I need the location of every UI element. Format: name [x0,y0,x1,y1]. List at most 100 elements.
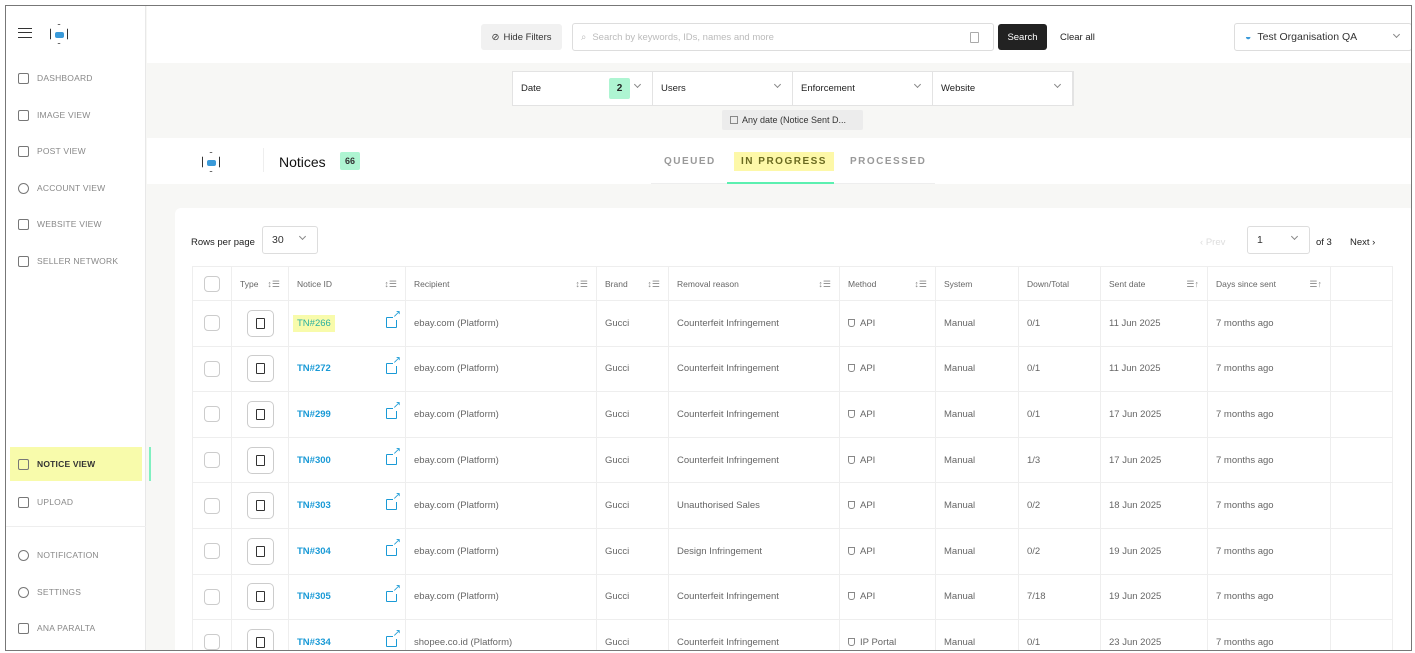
column-header[interactable]: Down/Total [1018,266,1101,301]
sidebar-item-upload[interactable]: UPLOAD [10,485,142,519]
row-checkbox[interactable] [204,406,220,423]
filter-website[interactable]: Website [933,72,1073,105]
organisation-select[interactable]: ◒ Test Organisation QA [1234,23,1411,51]
column-header[interactable]: Removal reason ↕☰ [668,266,840,301]
sort-icon[interactable]: ↕☰ [914,279,927,290]
notice-document-icon[interactable] [246,400,274,428]
sort-icon[interactable]: ☰↑ [1186,279,1199,290]
notice-id-cell: TN#303 [288,482,406,529]
notice-id-link[interactable]: TN#272 [293,360,335,377]
column-header[interactable]: Notice ID ↕☰ [288,266,406,301]
sidebar-item-seller-network[interactable]: SELLER NETWORK [10,244,142,278]
image-icon [18,109,29,121]
notice-document-icon[interactable] [246,355,274,383]
search-input[interactable]: ⌕ Search by keywords, IDs, names and more [572,23,994,51]
sidebar-item-website-view[interactable]: WEBSITE VIEW [10,207,142,241]
active-filter-chip[interactable]: Any date (Notice Sent D... [722,110,863,130]
sort-icon[interactable]: ↕☰ [384,279,397,290]
table-row[interactable]: TN#272 ebay.com (Platform) Gucci Counter… [192,345,1393,393]
next-page-button[interactable]: Next › [1350,237,1375,248]
tab-queued[interactable]: QUEUED [657,152,723,171]
sort-icon[interactable]: ↕☰ [647,279,660,290]
external-link-icon[interactable] [386,583,401,602]
notice-id-link[interactable]: TN#300 [293,452,335,469]
rows-per-page-select[interactable]: 30 [262,226,318,254]
external-link-icon[interactable] [386,310,401,328]
row-checkbox[interactable] [204,360,220,377]
sidebar-item-ana-paralta[interactable]: ANA PARALTA [10,611,142,645]
notice-id-link[interactable]: TN#334 [293,634,335,650]
notice-document-icon[interactable] [246,583,274,611]
column-header[interactable]: Sent date ☰↑ [1100,266,1208,301]
sort-icon[interactable]: ↕☰ [575,279,588,290]
external-link-icon[interactable] [386,401,401,420]
column-header[interactable]: System [935,266,1019,301]
row-checkbox[interactable] [204,497,220,514]
notice-id-link[interactable]: TN#303 [293,497,335,514]
notice-document-icon[interactable] [246,492,274,520]
external-link-icon[interactable] [386,355,401,374]
notice-id-link[interactable]: TN#305 [293,588,335,605]
select-all-checkbox[interactable] [204,275,220,292]
search-button[interactable]: Search [998,24,1047,50]
image-search-icon[interactable] [970,32,979,43]
external-link-icon[interactable] [386,537,401,556]
filter-enforcement[interactable]: Enforcement [793,72,933,105]
sort-icon[interactable]: ☰↑ [1309,279,1322,290]
table-row[interactable]: TN#266 ebay.com (Platform) Gucci Counter… [192,300,1393,347]
table-row[interactable]: TN#305 ebay.com (Platform) Gucci Counter… [192,573,1393,621]
hide-filters-button[interactable]: ⊘ Hide Filters [481,24,562,50]
column-header[interactable]: Days since sent ☰↑ [1207,266,1331,301]
row-checkbox[interactable] [204,543,220,560]
notice-document-icon[interactable] [246,446,274,474]
notice-id-link[interactable]: TN#299 [293,406,335,423]
sidebar-item-settings[interactable]: SETTINGS [10,575,142,609]
prev-page-button[interactable]: ‹ Prev [1200,237,1225,248]
clear-all-link[interactable]: Clear all [1060,32,1095,43]
down-total-cell: 0/1 [1018,619,1101,650]
row-checkbox[interactable] [204,588,220,605]
notice-document-icon[interactable] [246,537,274,565]
column-header[interactable]: Type ↕☰ [231,266,289,301]
notice-id-link[interactable]: TN#266 [293,314,335,332]
tab-processed[interactable]: PROCESSED [843,152,933,171]
table-row[interactable]: TN#334 shopee.co.id (Platform) Gucci Cou… [192,619,1393,650]
sidebar-item-notice-view[interactable]: NOTICE VIEW [10,447,151,481]
menu-icon[interactable] [18,28,32,38]
external-link-icon[interactable] [386,492,401,511]
column-header[interactable]: Recipient ↕☰ [405,266,597,301]
column-header[interactable]: Method ↕☰ [839,266,936,301]
sent-date-cell: 11 Jun 2025 [1100,300,1208,347]
tab-in-progress[interactable]: IN PROGRESS [734,152,834,171]
table-row[interactable]: TN#300 ebay.com (Platform) Gucci Counter… [192,436,1393,484]
status-tabs: QUEUED IN PROGRESS PROCESSED [651,138,935,184]
removal-reason-cell: Counterfeit Infringement [668,345,840,393]
filter-date[interactable]: Date 2 [513,72,653,105]
notice-document-icon[interactable] [246,309,274,337]
notice-id-link[interactable]: TN#304 [293,543,335,560]
external-link-icon[interactable] [386,629,401,648]
table-row[interactable]: TN#304 ebay.com (Platform) Gucci Design … [192,527,1393,575]
filter-users[interactable]: Users [653,72,793,105]
sort-icon[interactable]: ↕☰ [818,279,831,290]
sidebar-item-account-view[interactable]: ACCOUNT VIEW [10,171,142,205]
days-since-sent-cell: 7 months ago [1207,300,1331,347]
removal-reason-cell: Counterfeit Infringement [668,436,840,484]
notice-document-icon[interactable] [246,628,274,650]
sidebar-item-dashboard[interactable]: DASHBOARD [10,61,142,95]
row-select-cell [192,619,232,650]
select-all-header [192,266,232,301]
sidebar-item-post-view[interactable]: POST VIEW [10,134,142,168]
empty-cell [1330,436,1393,484]
external-link-icon[interactable] [386,446,401,465]
sidebar-item-notification[interactable]: NOTIFICATION [10,538,142,572]
column-header[interactable]: Brand ↕☰ [596,266,669,301]
table-row[interactable]: TN#299 ebay.com (Platform) Gucci Counter… [192,391,1393,438]
table-row[interactable]: TN#303 ebay.com (Platform) Gucci Unautho… [192,482,1393,529]
sidebar-item-image-view[interactable]: IMAGE VIEW [10,98,142,132]
row-checkbox[interactable] [204,634,220,650]
row-checkbox[interactable] [204,315,220,332]
sort-icon[interactable]: ↕☰ [267,279,280,290]
page-select[interactable]: 1 [1247,226,1310,254]
row-checkbox[interactable] [204,452,220,469]
